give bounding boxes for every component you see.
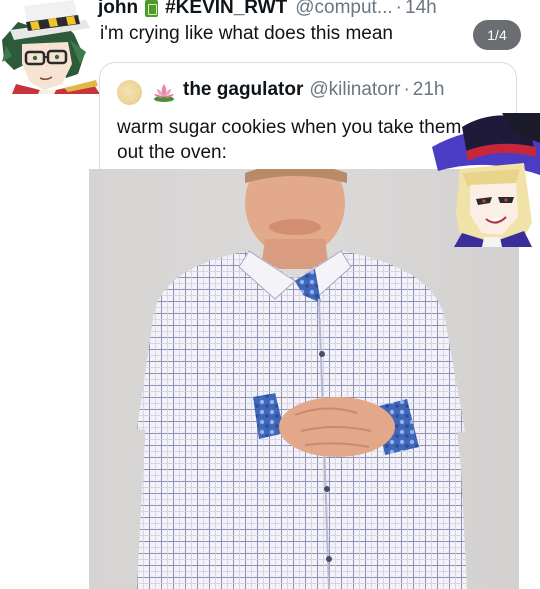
tweet-text: i'm crying like what does this mean [100,23,393,44]
battery-badge-icon [145,0,159,17]
more-options-icon[interactable]: ··· [499,0,518,8]
quoted-tweet-time[interactable]: 21h [413,79,445,100]
quoted-author-handle[interactable]: @kilinatorr [309,79,400,100]
author-name[interactable]: john [98,0,138,19]
author-tag: #KEVIN_RWT [165,0,288,18]
tweet-header: john #KEVIN_RWT @comput... · 14h ··· [98,0,540,20]
quoted-author-avatar[interactable] [117,80,142,105]
separator-dot: · [403,79,410,100]
overlay-character-illustration [432,113,540,247]
image-page-indicator: 1/4 [473,20,521,50]
overlay-character-avatar [432,113,540,247]
quoted-tweet-text: warm sugar cookies when you take them ou… [117,117,462,163]
tweet-time[interactable]: 14h [405,0,437,19]
avatar-illustration [0,0,102,94]
separator-dot: · [395,0,402,18]
author-handle[interactable]: @comput... [295,0,392,19]
quoted-author-name[interactable]: the gagulator [183,79,303,100]
author-avatar[interactable] [0,0,102,94]
quoted-tweet-header: the gagulator @kilinatorr · 21h [183,79,444,101]
lotus-icon [154,84,174,102]
